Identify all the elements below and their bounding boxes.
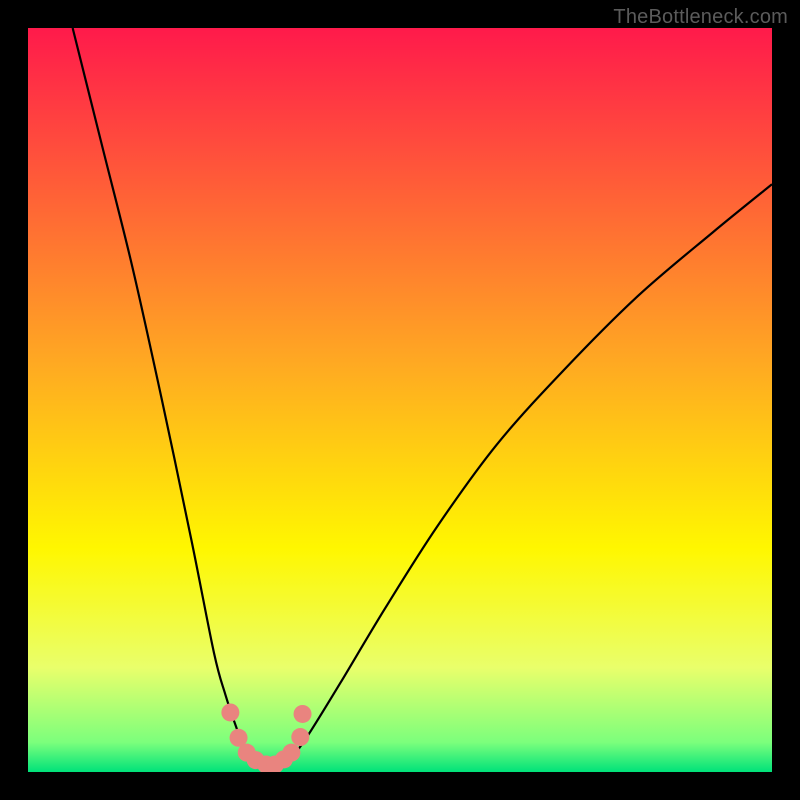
- marker-dot: [291, 728, 309, 746]
- marker-dot: [221, 703, 239, 721]
- marker-dot: [282, 744, 300, 762]
- chart-frame: TheBottleneck.com: [0, 0, 800, 800]
- chart-svg: [28, 28, 772, 772]
- gradient-background: [28, 28, 772, 772]
- watermark-text: TheBottleneck.com: [613, 6, 788, 29]
- marker-dot: [294, 705, 312, 723]
- chart-plot-area: [28, 28, 772, 772]
